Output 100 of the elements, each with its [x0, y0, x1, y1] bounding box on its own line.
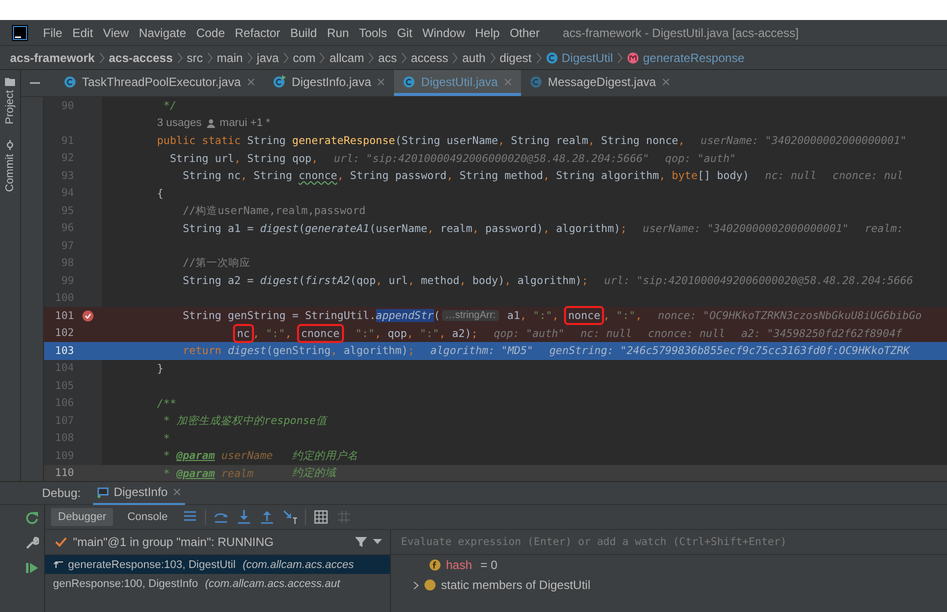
code-text: [] body)	[698, 169, 750, 182]
value-hint: a2: "34598250fd2f62f8904f	[741, 326, 902, 340]
side-tool-button[interactable]: Commit	[4, 137, 16, 196]
code-text: cnonce	[298, 169, 338, 182]
breadcrumb-item[interactable]: digest	[500, 50, 532, 64]
code-text: ,	[678, 134, 685, 148]
value-hint: userName: "34020000002000000001"	[642, 222, 849, 235]
code-text: ":"	[615, 309, 636, 322]
breadcrumb-item[interactable]: access	[410, 50, 448, 64]
breadcrumb-item[interactable]: main	[216, 50, 243, 64]
menu-item[interactable]: Help	[470, 26, 505, 40]
variable-group[interactable]: static members of DigestUtil	[441, 578, 590, 592]
menu-item[interactable]: Tools	[354, 26, 392, 40]
breadcrumb-item[interactable]: java	[256, 50, 279, 64]
menu-item[interactable]: Edit	[67, 26, 98, 40]
menu-item[interactable]: File	[38, 26, 68, 40]
code-text: digest	[260, 222, 299, 235]
menu-item[interactable]: Other	[504, 26, 545, 40]
doc-comment: /**	[157, 396, 176, 410]
step-out-icon[interactable]	[258, 509, 275, 525]
value-hint: genString: "246c5799836b855ecf9c75cc3163fd0f:OC9HKkoTZRK	[549, 344, 910, 358]
author-hint[interactable]: marui +1 *	[220, 117, 270, 130]
code-text: return	[182, 344, 222, 358]
close-icon[interactable]	[377, 78, 386, 86]
session-tab[interactable]: DigestInfo	[92, 481, 185, 505]
stack-frame[interactable]: generateResponse:103, DigestUtil (com.allcam.acs.acces	[45, 555, 390, 574]
code-text: public static	[157, 134, 242, 148]
breadcrumb-item[interactable]: DigestUtil	[562, 50, 613, 64]
breadcrumb-item[interactable]: allcam	[329, 50, 364, 64]
breadcrumb-item[interactable]: acs-framework	[10, 50, 95, 64]
doc-tag: @param	[176, 449, 215, 462]
run-to-cursor-icon[interactable]	[282, 509, 298, 525]
line-number: 101	[54, 310, 74, 322]
code-text: ,	[406, 326, 414, 340]
usages-hint[interactable]: 3 usages	[157, 117, 202, 130]
grid-icon[interactable]	[336, 509, 352, 525]
breadcrumb-item[interactable]: acs	[378, 50, 397, 64]
code-text: ,	[374, 326, 382, 340]
panel-tab[interactable]: Debugger	[51, 508, 114, 526]
class-icon	[546, 52, 558, 64]
method-icon	[626, 52, 639, 64]
highlight-box: cnonce	[298, 326, 342, 341]
code-text: String nonce	[600, 134, 678, 148]
filter-icon[interactable]	[355, 536, 367, 548]
code-text: String nc	[182, 169, 241, 182]
code-text: ,	[658, 169, 666, 182]
editor-tab[interactable]: MessageDigest.java	[520, 70, 679, 96]
line-number: 102	[54, 327, 74, 340]
code-text: String algorithm	[554, 169, 659, 182]
code-text: String password	[349, 169, 447, 182]
caret-icon[interactable]	[373, 539, 382, 545]
class-icon	[403, 76, 416, 88]
menu-item[interactable]: Window	[417, 26, 470, 40]
code-text: ,	[543, 169, 550, 182]
highlight-box: nonce	[566, 308, 602, 324]
menu-item[interactable]: Run	[322, 26, 354, 40]
code-text: ":"	[418, 326, 440, 340]
menu-item[interactable]: View	[98, 26, 134, 40]
code-text: a1	[506, 309, 520, 322]
doc-comment: */	[162, 99, 176, 112]
class-icon	[64, 76, 76, 88]
resume-icon[interactable]	[25, 561, 39, 575]
code-text: ,	[635, 309, 642, 322]
editor-tab[interactable]: DigestInfo.java	[264, 70, 394, 96]
code-text: {	[157, 186, 164, 200]
menu-item[interactable]: Build	[285, 26, 322, 40]
rerun-icon[interactable]	[25, 511, 39, 525]
breadcrumb-item[interactable]: acs-access	[108, 50, 173, 64]
breadcrumb-item[interactable]: auth	[462, 50, 486, 64]
stack-frame[interactable]: genResponse:100, DigestInfo (com.allcam.acs.access.aut	[45, 574, 390, 593]
menu-item[interactable]: Git	[392, 26, 418, 40]
code-text: String a2 =	[182, 274, 255, 288]
window-title: acs-framework - DigestUtil.java [acs-access]	[562, 26, 799, 40]
code-text: appendStr	[376, 309, 434, 322]
step-into-icon[interactable]	[236, 509, 252, 525]
menu-item[interactable]: Refactor	[230, 26, 286, 40]
menu-item[interactable]: Navigate	[134, 26, 192, 40]
code-text: String a1 =	[182, 222, 255, 235]
doc-comment: *	[162, 466, 171, 480]
menu-item[interactable]: Code	[191, 26, 230, 40]
table-icon[interactable]	[312, 509, 329, 525]
editor-tab[interactable]: TaskThreadPoolExecutor.java	[55, 70, 264, 96]
close-icon[interactable]	[662, 78, 670, 86]
code-text: ;	[408, 344, 414, 358]
wrench-icon[interactable]	[25, 536, 39, 550]
person-icon	[206, 118, 215, 128]
close-icon[interactable]	[504, 78, 512, 86]
close-icon[interactable]	[246, 78, 255, 86]
check-icon	[55, 536, 67, 548]
chevron-icon	[368, 52, 374, 64]
chevron-icon	[206, 52, 213, 64]
breadcrumb-item[interactable]: src	[186, 50, 203, 64]
chevron-icon	[246, 52, 253, 64]
parameter-hint[interactable]: …stringArr:	[442, 310, 499, 322]
debug-label: Debug:	[42, 486, 81, 500]
close-icon[interactable]	[172, 488, 181, 496]
breadcrumb-item[interactable]: com	[292, 50, 316, 64]
panel-tab[interactable]: Console	[120, 508, 175, 526]
breadcrumb-item[interactable]: generateResponse	[642, 50, 744, 64]
side-tool-button[interactable]: Project	[4, 74, 16, 128]
